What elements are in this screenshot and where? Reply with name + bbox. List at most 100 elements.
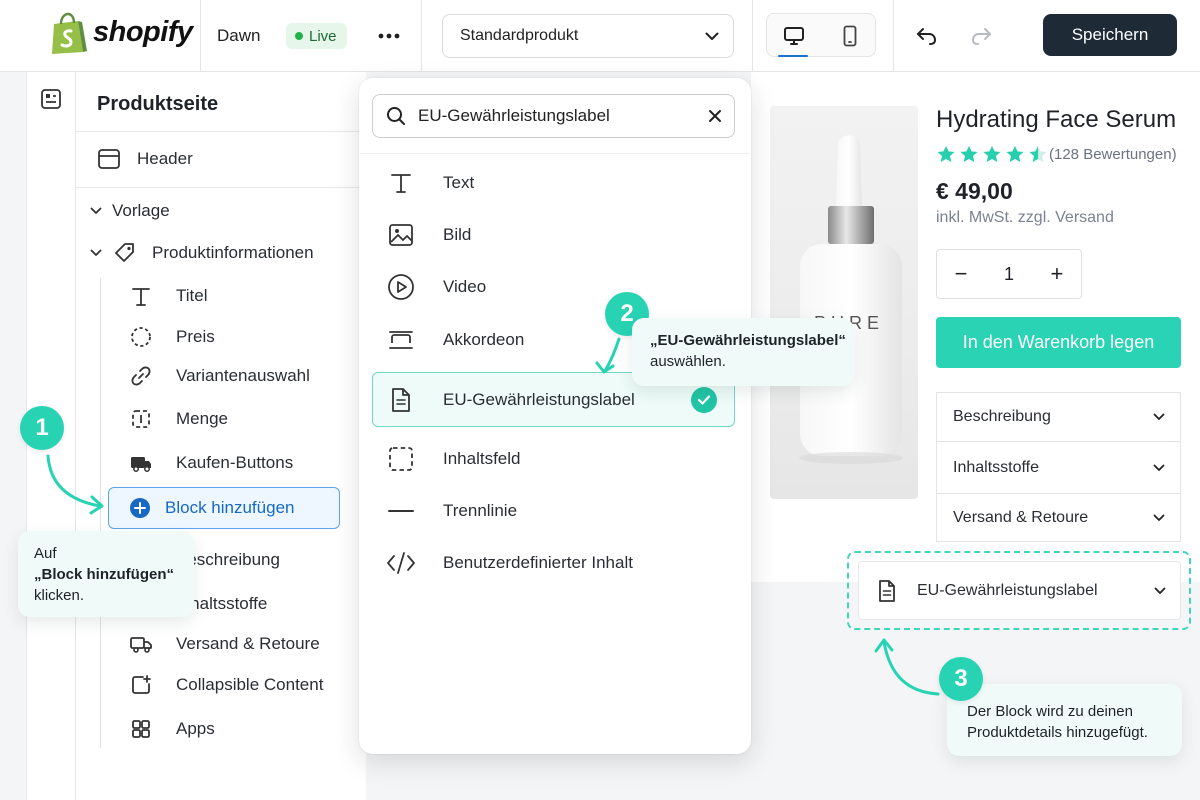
sidebar-block-variant-picker[interactable]: Variantenauswahl [128,358,310,394]
chevron-down-icon [705,32,719,40]
sidebar-block-title[interactable]: Titel [128,278,208,314]
undo-button[interactable] [910,20,944,52]
rating-stars [936,145,1048,163]
callout-text-bold: „EU-Gewährleistungslabel“ [650,332,846,349]
plus-circle-icon [130,498,150,518]
chevron-down-icon [90,249,102,256]
half-star-icon [1029,146,1047,162]
shopify-bag-icon [52,12,87,54]
add-block-button[interactable]: Block hinzufügen [108,487,340,529]
desktop-view-button[interactable] [767,14,821,58]
add-block-label: Block hinzufügen [165,498,295,517]
chevron-down-icon [1153,413,1165,420]
chevron-down-icon [1153,514,1165,521]
picker-item-label: Inhaltsfeld [443,449,521,468]
sidebar-section-product-info[interactable]: Produktinformationen [90,235,314,271]
more-actions-button[interactable] [372,22,406,50]
step-1-arrow-icon [46,454,104,515]
search-input-value: EU-Gewährleistungslabel [418,106,610,125]
document-icon [879,579,895,602]
picker-item-label: Text [443,173,475,192]
undo-icon [917,28,937,45]
picker-item-custom-content[interactable]: Benutzerdefinierter Inhalt [386,541,716,585]
callout-text: auswählen. [650,353,726,370]
add-to-cart-button[interactable]: In den Warenkorb legen [936,317,1181,368]
picker-item-image[interactable]: Bild [386,213,716,257]
eu-warranty-label-block[interactable]: EU-Gewährleistungslabel [858,561,1181,620]
step-1-badge: 1 [20,406,64,450]
picker-item-content-field[interactable]: Inhaltsfeld [386,437,716,481]
callout-text: klicken. [34,587,85,604]
sidebar-block-label: Menge [176,409,228,428]
accordion-icon [386,325,416,355]
sidebar-item-header[interactable]: Header [96,141,193,177]
accordion-shipping[interactable]: Versand & Retoure [937,494,1180,541]
star-icon [1006,146,1024,162]
quantity-icon [128,406,154,432]
picker-item-label: Video [443,277,487,296]
clear-search-icon[interactable] [708,109,722,123]
divider [421,0,422,72]
accordion-ingredients[interactable]: Inhaltsstoffe [937,442,1180,494]
step-3-badge: 3 [939,657,983,701]
document-icon [386,385,416,415]
sidebar-block-quantity[interactable]: Menge [128,401,228,437]
live-label: Live [309,27,337,45]
divider [76,131,366,132]
sidebar-block-label: Collapsible Content [176,675,324,694]
product-image: PURE [770,106,918,499]
sidebar-block-label: Titel [176,286,208,305]
search-icon [387,107,405,125]
divider [200,0,201,72]
sidebar-block-shipping[interactable]: Versand & Retoure [128,626,320,662]
sidebar-group-label: Vorlage [112,201,170,220]
link-icon [128,363,154,389]
star-icon [937,146,955,162]
block-search-input[interactable]: EU-Gewährleistungslabel [372,94,735,138]
shopify-logo: shopify [93,16,193,48]
picker-item-label: Akkordeon [443,330,525,349]
sidebar-block-label: Versand & Retoure [176,634,320,653]
sidebar-block-collapsible[interactable]: Collapsible Content [128,667,323,703]
save-button[interactable]: Speichern [1043,14,1177,56]
step-3-arrow-icon [874,638,940,696]
product-price: € 49,00 [936,178,1013,204]
callout-text-bold: „Block hinzufügen“ [34,566,174,583]
redo-button[interactable] [964,20,998,52]
picker-item-text[interactable]: Text [386,161,716,205]
divider [76,187,366,188]
header-icon [96,146,122,172]
sidebar-group-template[interactable]: Vorlage [90,193,170,229]
buy-buttons-icon [128,450,154,476]
picker-item-divider[interactable]: Trennlinie [386,489,716,533]
active-device-indicator [778,55,808,57]
sections-icon[interactable] [38,86,64,112]
picker-item-label: Trennlinie [443,501,518,520]
quantity-value[interactable]: 1 [1004,264,1014,285]
template-select[interactable]: Standardprodukt [442,14,734,58]
callout-text: Produktdetails hinzugefügt. [967,724,1148,741]
product-title: Hydrating Face Serum [936,106,1177,133]
mobile-view-button[interactable] [823,14,877,58]
text-icon [386,168,416,198]
picker-item-label: Benutzerdefinierter Inhalt [443,553,633,572]
sidebar-block-apps[interactable]: Apps [128,711,215,747]
sidebar-item-label: Header [137,149,193,168]
content-field-icon [386,444,416,474]
quantity-increase-button[interactable]: + [1047,263,1067,285]
chevron-down-icon [1153,464,1165,471]
sidebar-block-label: Preis [176,327,215,346]
accordion-description[interactable]: Beschreibung [937,393,1180,442]
callout-text: Der Block wird zu deinen [967,703,1133,720]
theme-name: Dawn [217,26,261,45]
sidebar-block-price[interactable]: Preis [128,319,215,355]
sidebar-block-buy-buttons[interactable]: Kaufen-Buttons [128,445,293,481]
check-icon [691,387,717,413]
divider-icon [386,496,416,526]
quantity-decrease-button[interactable]: − [951,263,971,285]
accordion-label: Versand & Retoure [953,508,1089,526]
mobile-icon [843,25,857,47]
review-count[interactable]: (128 Bewertungen) [1049,146,1177,163]
chevron-down-icon [1154,587,1166,594]
picker-item-video[interactable]: Video [386,265,716,309]
